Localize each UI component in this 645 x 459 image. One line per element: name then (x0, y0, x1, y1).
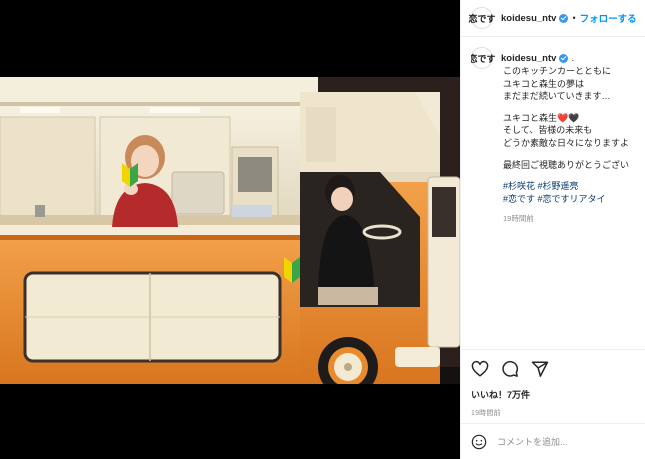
caption-time: 19時間前 (503, 214, 534, 224)
caption: 恋です koidesu_ntv . このキッチンカーとともに ユキコと森生の夢は… (471, 47, 645, 267)
username[interactable]: koidesu_ntv (501, 13, 556, 24)
caption-line: ユキコと森生❤️🖤 (503, 112, 580, 123)
avatar[interactable]: 恋です (468, 7, 496, 29)
action-bar: いいね！7万件 19時間前 (461, 349, 645, 418)
heart-icon[interactable] (471, 360, 489, 378)
caption-trailing: . (571, 53, 574, 63)
emoji-icon[interactable] (471, 434, 487, 450)
post-side-panel: 恋です koidesu_ntv • フォローする 恋です koidesu_ntv… (460, 0, 645, 459)
caption-username[interactable]: koidesu_ntv (501, 53, 556, 64)
comment-input[interactable] (497, 436, 627, 447)
hashtag-line[interactable]: #杉咲花 #杉野遥亮 (503, 180, 645, 193)
follow-button[interactable]: フォローする (580, 11, 637, 25)
like-count[interactable]: いいね！7万件 (471, 388, 635, 401)
caption-line: このキッチンカーとともに (503, 66, 612, 76)
avatar-text: 恋です (468, 13, 496, 24)
photo-pane (0, 0, 460, 459)
post-photo[interactable] (0, 77, 460, 384)
caption-avatar-text: 恋です (471, 53, 496, 64)
caption-gap (503, 103, 645, 112)
caption-gap (503, 171, 645, 180)
caption-line: まだまだ続いていきます… (503, 91, 611, 102)
hashtag-line[interactable]: #恋です #恋ですリアタイ (503, 193, 645, 206)
post-header: 恋です koidesu_ntv • フォローする (461, 0, 645, 37)
verified-icon (559, 53, 569, 63)
kitchen-van-photo (0, 77, 460, 384)
separator-dot: • (572, 13, 576, 23)
caption-line: 最終回ご視聴ありがとうござい (503, 159, 630, 170)
post-time: 19時間前 (471, 410, 501, 417)
caption-line: ユキコと森生の夢は (503, 78, 585, 89)
comment-bar (461, 423, 645, 459)
comment-icon[interactable] (501, 360, 519, 378)
caption-gap (503, 150, 645, 159)
caption-body: このキッチンカーとともに ユキコと森生の夢は まだまだ続いていきます… ユキコと… (503, 65, 645, 226)
caption-line: どうか素敵な日々になりますよ (503, 137, 630, 148)
share-icon[interactable] (531, 360, 549, 378)
caption-avatar[interactable]: 恋です (471, 47, 496, 69)
caption-line: そして、皆様の未来も (503, 125, 593, 136)
action-icons (471, 358, 635, 380)
instagram-post-modal: 恋です koidesu_ntv • フォローする 恋です koidesu_ntv… (0, 0, 645, 459)
verified-icon (559, 13, 569, 23)
